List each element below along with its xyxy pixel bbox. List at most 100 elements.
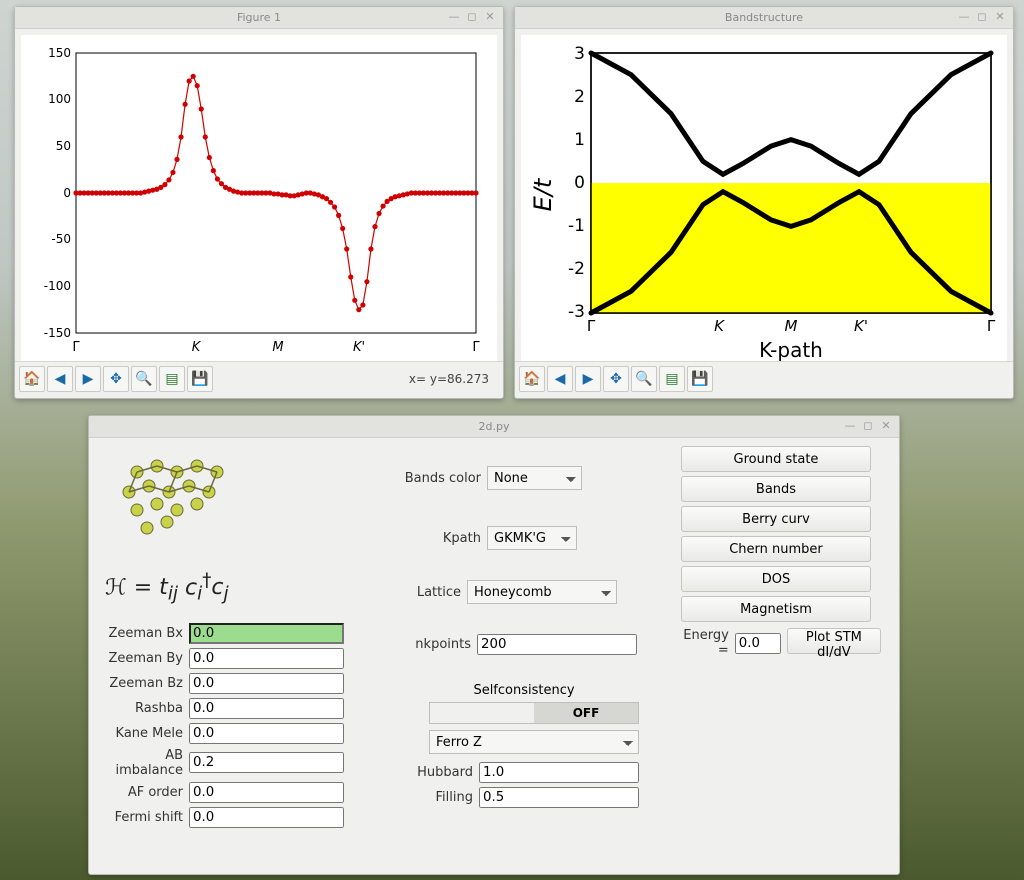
mid-panel: Bands color None Kpath GKMK'G Lattice Ho… (351, 446, 681, 832)
close-icon[interactable]: ✕ (993, 10, 1007, 24)
field-input-1[interactable] (189, 648, 344, 669)
field-input-0[interactable] (189, 623, 344, 644)
hubbard-input[interactable] (479, 762, 639, 783)
back-icon[interactable]: ◀ (547, 366, 573, 392)
figure1-svg: -150 -100 -50 0 50 100 150 Γ K M K' Γ (21, 35, 497, 361)
zoom-icon[interactable]: 🔍 (631, 366, 657, 392)
svg-text:-1: -1 (568, 216, 585, 236)
kpath-label: Kpath (367, 531, 487, 546)
svg-text:-2: -2 (568, 259, 585, 279)
selfconsistency-toggle[interactable]: OFF (429, 702, 639, 724)
honeycomb-icon (117, 452, 227, 542)
band-ylabel: E/t (529, 177, 557, 211)
save-icon[interactable]: 💾 (687, 366, 713, 392)
plot-stm-button[interactable]: Plot STM dI/dV (787, 628, 881, 654)
svg-text:M: M (785, 317, 798, 335)
svg-text:3: 3 (574, 44, 585, 64)
minimize-icon[interactable]: — (957, 10, 971, 24)
figure1-titlebar[interactable]: Figure 1 — ◻ ✕ (15, 7, 503, 29)
figure1-title: Figure 1 (237, 11, 281, 24)
action-button-2[interactable]: Berry curv (681, 506, 871, 532)
scheme-select[interactable]: Ferro Z (429, 730, 639, 754)
left-panel: ℋ = tij ci†cj Zeeman Bx Zeeman By Zeeman… (101, 446, 351, 832)
ylabel: -150 (44, 326, 71, 340)
svg-text:Γ: Γ (72, 340, 80, 355)
field-label: Zeeman Bz (101, 676, 189, 691)
subplots-icon[interactable]: ▤ (659, 366, 685, 392)
band-svg: -3 -2 -1 0 1 2 3 Γ K M K' Γ E/t K-path (521, 35, 1007, 361)
maximize-icon[interactable]: ◻ (975, 10, 989, 24)
svg-text:M: M (272, 340, 283, 355)
pan-icon[interactable]: ✥ (603, 366, 629, 392)
maximize-icon[interactable]: ◻ (861, 419, 875, 433)
band-xlabel: K-path (759, 338, 823, 361)
subplots-icon[interactable]: ▤ (159, 366, 185, 392)
band-plot: -3 -2 -1 0 1 2 3 Γ K M K' Γ E/t K-path (521, 35, 1007, 361)
zoom-icon[interactable]: 🔍 (131, 366, 157, 392)
minimize-icon[interactable]: — (843, 419, 857, 433)
field-input-6[interactable] (189, 782, 344, 803)
filling-input[interactable] (479, 787, 639, 808)
svg-text:Γ: Γ (987, 317, 996, 335)
hubbard-label: Hubbard (367, 765, 479, 780)
svg-text:1: 1 (574, 130, 585, 150)
action-button-0[interactable]: Ground state (681, 446, 871, 472)
nkpoints-input[interactable] (477, 634, 637, 655)
svg-text:K: K (192, 340, 202, 355)
svg-text:K': K' (353, 340, 365, 355)
lattice-select[interactable]: Honeycomb (467, 580, 617, 604)
bands-color-select[interactable]: None (487, 466, 582, 490)
action-button-4[interactable]: DOS (681, 566, 871, 592)
svg-text:50: 50 (56, 139, 71, 153)
svg-text:150: 150 (48, 46, 71, 60)
forward-icon[interactable]: ▶ (75, 366, 101, 392)
back-icon[interactable]: ◀ (47, 366, 73, 392)
selfconsistency-label: Selfconsistency (367, 683, 681, 698)
nkpoints-label: nkpoints (367, 637, 477, 652)
right-panel: Ground state Bands Berry curv Chern number D… (681, 446, 881, 832)
field-label: Zeeman Bx (101, 626, 189, 641)
action-button-1[interactable]: Bands (681, 476, 871, 502)
svg-text:K': K' (854, 317, 868, 335)
field-input-4[interactable] (189, 723, 344, 744)
svg-text:2: 2 (574, 87, 585, 107)
minimize-icon[interactable]: — (447, 10, 461, 24)
close-icon[interactable]: ✕ (879, 419, 893, 433)
band-title: Bandstructure (725, 11, 803, 24)
hamiltonian-formula: ℋ = tij ci†cj (105, 570, 351, 605)
field-input-2[interactable] (189, 673, 344, 694)
energy-input[interactable] (735, 633, 781, 654)
figure1-toolbar: 🏠 ◀ ▶ ✥ 🔍 ▤ 💾 x= y=86.273 (15, 361, 503, 396)
svg-text:Γ: Γ (472, 340, 480, 355)
maximize-icon[interactable]: ◻ (465, 10, 479, 24)
action-button-3[interactable]: Chern number (681, 536, 871, 562)
pan-icon[interactable]: ✥ (103, 366, 129, 392)
field-input-5[interactable] (189, 752, 344, 773)
forward-icon[interactable]: ▶ (575, 366, 601, 392)
svg-text:-50: -50 (51, 232, 71, 246)
app-title: 2d.py (479, 420, 510, 433)
field-label: Zeeman By (101, 651, 189, 666)
field-label: Rashba (101, 701, 189, 716)
field-input-3[interactable] (189, 698, 344, 719)
home-icon[interactable]: 🏠 (19, 366, 45, 392)
action-button-5[interactable]: Magnetism (681, 596, 871, 622)
field-label: AB imbalance (101, 748, 189, 778)
kpath-select[interactable]: GKMK'G (487, 526, 577, 550)
svg-text:Γ: Γ (587, 317, 596, 335)
svg-text:100: 100 (48, 92, 71, 106)
save-icon[interactable]: 💾 (187, 366, 213, 392)
svg-text:0: 0 (63, 186, 71, 200)
close-icon[interactable]: ✕ (483, 10, 497, 24)
field-input-7[interactable] (189, 807, 344, 828)
home-icon[interactable]: 🏠 (519, 366, 545, 392)
filling-label: Filling (367, 790, 479, 805)
app-titlebar[interactable]: 2d.py — ◻ ✕ (89, 416, 899, 438)
band-titlebar[interactable]: Bandstructure — ◻ ✕ (515, 7, 1013, 29)
svg-text:-100: -100 (44, 279, 71, 293)
svg-text:-3: -3 (568, 302, 585, 322)
field-label: Kane Mele (101, 726, 189, 741)
figure1-window: Figure 1 — ◻ ✕ -150 -100 -50 0 50 100 15… (14, 6, 504, 399)
figure1-status: x= y=86.273 (409, 372, 499, 386)
field-label: AF order (101, 785, 189, 800)
